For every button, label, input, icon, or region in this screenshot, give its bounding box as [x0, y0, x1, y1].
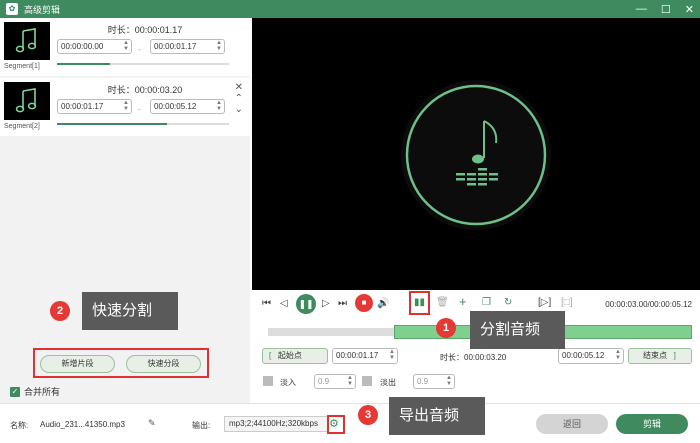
volume-icon[interactable]: 🔊 [377, 298, 389, 310]
output-label: 输出: [192, 421, 211, 430]
fade-out-field[interactable]: 0.9 ▲ ▼ [413, 374, 455, 389]
highlight-box [33, 348, 209, 378]
close-icon[interactable]: ✕ [685, 3, 694, 16]
back-button[interactable]: 返回 [536, 414, 608, 434]
add-icon[interactable]: + [459, 295, 467, 308]
highlight-box [327, 415, 345, 434]
name-label: 名称: [10, 421, 29, 430]
segment-item[interactable]: Segment[2] 时长：00:00:03.20 00:00:01.17 ▲ ▼ … [0, 78, 250, 136]
segment-thumbnail [4, 82, 50, 120]
stepper-icon: ▲ ▼ [389, 349, 395, 361]
segment-progress [57, 63, 229, 65]
annotation-label: 快速分割 [82, 292, 178, 330]
segment-end-field[interactable]: 00:00:05.12 ▲ ▼ [150, 99, 225, 114]
minimize-icon[interactable]: — [636, 3, 647, 15]
fade-in-label: 淡入 [280, 378, 296, 387]
trim-duration: 时长：00:00:03.20 [440, 353, 507, 362]
file-name: Audio_231...41350.mp3 [40, 420, 125, 429]
maximize-icon[interactable]: ☐ [661, 3, 671, 16]
copy-icon[interactable]: ❐ [482, 297, 491, 309]
stepper-icon: ▲ ▼ [216, 40, 222, 52]
reset-icon[interactable]: ↻ [504, 297, 512, 309]
merge-all-row[interactable]: ✓ 合并所有 [10, 385, 60, 398]
skip-end-icon[interactable]: ⏭ [338, 298, 347, 310]
segment-panel: Segment[1] 时长：00:00:01.17 00:00:00.00 ▲ ▼ … [0, 18, 250, 403]
stop-button[interactable]: ■ [355, 294, 373, 312]
end-time-field[interactable]: 00:00:05.12 ▲ ▼ [558, 348, 624, 364]
stepper-icon: ▲ ▼ [216, 100, 222, 112]
music-note-icon [15, 28, 37, 53]
start-time-field[interactable]: 00:00:01.17 ▲ ▼ [332, 348, 398, 364]
edit-button[interactable]: 剪辑 [616, 414, 688, 434]
segment-start-field[interactable]: 00:00:01.17 ▲ ▼ [57, 99, 132, 114]
footer-bar: 名称: Audio_231...41350.mp3 ✎ 输出: mp3;2;44… [0, 403, 700, 443]
segment-label: Segment[1] [4, 63, 40, 70]
delete-icon[interactable]: 🗑 [436, 297, 449, 309]
segment-duration: 时长：00:00:03.20 [107, 85, 183, 95]
window-title: 高级剪辑 [24, 4, 61, 15]
stepper-icon: ▲ ▼ [123, 40, 129, 52]
mark-out-icon[interactable]: [□] [561, 297, 573, 309]
close-icon[interactable]: ✕ ⌃ ⌄ [235, 82, 243, 115]
annotation-number: 3 [358, 405, 378, 425]
checkbox-icon[interactable] [263, 376, 273, 386]
segment-end-field[interactable]: 00:00:01.17 ▲ ▼ [150, 39, 225, 54]
playback-time: 00:00:03.00/00:00:05.12 [605, 300, 692, 309]
segment-start-field[interactable]: 00:00:00.00 ▲ ▼ [57, 39, 132, 54]
segment-item[interactable]: Segment[1] 时长：00:00:01.17 00:00:00.00 ▲ ▼ … [0, 18, 250, 76]
checkbox-icon[interactable] [362, 376, 372, 386]
title-bar: ✿ 高级剪辑 — ☐ ✕ [0, 0, 700, 18]
segment-thumbnail [4, 22, 50, 60]
music-note-icon [15, 88, 37, 113]
set-end-button[interactable]: 结束点 ] [628, 348, 692, 364]
logo-icon: ✿ [6, 3, 18, 15]
checkbox-icon[interactable]: ✓ [10, 386, 20, 397]
stepper-icon: ▲ ▼ [123, 100, 129, 112]
stepper-icon: ▲ ▼ [615, 349, 621, 361]
mark-in-icon[interactable]: [▷] [538, 297, 551, 309]
skip-start-icon[interactable]: ⏮ [262, 298, 271, 310]
audio-visual-icon [401, 80, 551, 230]
fade-out-label: 淡出 [380, 378, 396, 387]
annotation-number: 1 [436, 318, 456, 338]
output-format-field: mp3;2;44100Hz;320kbps [224, 416, 328, 432]
edit-icon[interactable]: ✎ [148, 418, 156, 429]
annotation-number: 2 [50, 301, 70, 321]
annotation-label: 导出音频 [389, 397, 485, 435]
segment-duration: 时长：00:00:01.17 [107, 25, 183, 35]
segment-label: Segment[2] [4, 123, 40, 130]
annotation-label: 分割音频 [470, 311, 565, 349]
highlight-box [409, 291, 430, 315]
merge-all-label: 合并所有 [24, 387, 61, 397]
preview-area [252, 18, 700, 290]
previous-frame-icon[interactable]: ◁ [280, 298, 288, 310]
segment-progress [57, 123, 229, 125]
fade-in-field[interactable]: 0.9 ▲ ▼ [314, 374, 356, 389]
set-start-button[interactable]: [ 起始点 [262, 348, 328, 364]
pause-button[interactable]: ❚❚ [296, 294, 316, 314]
next-frame-icon[interactable]: ▷ [322, 298, 330, 310]
